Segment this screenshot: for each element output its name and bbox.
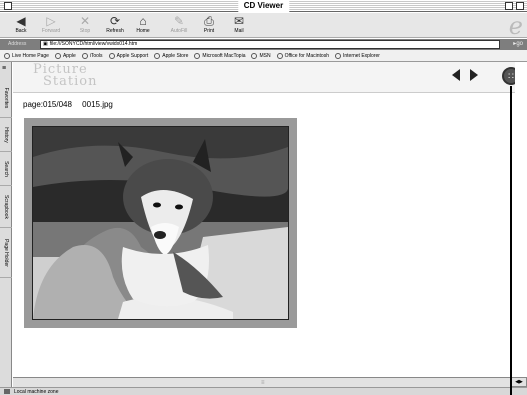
- fav-icon: [4, 53, 10, 59]
- title-bar[interactable]: CD Viewer: [0, 0, 527, 12]
- fav-itools[interactable]: iTools: [81, 50, 103, 62]
- scroll-arrows[interactable]: ◀▶: [511, 377, 527, 387]
- stop-x-icon: ✕: [79, 14, 91, 28]
- sidebar-tab-scrapbook[interactable]: Scrapbook: [0, 186, 12, 228]
- fav-microsoft-mactopia[interactable]: Microsoft MacTopia: [194, 50, 245, 62]
- stop-label: Stop: [79, 28, 91, 34]
- address-label: Address: [8, 41, 27, 47]
- collapse-box[interactable]: [516, 2, 524, 10]
- fav-apple[interactable]: Apple: [54, 50, 76, 62]
- viewer-header: Picture Station ∷: [13, 62, 520, 93]
- fav-apple-support[interactable]: Apple Support: [108, 50, 149, 62]
- fav-apple-store[interactable]: Apple Store: [154, 50, 188, 62]
- sidebar-tab-label: History: [3, 126, 9, 143]
- browser-toolbar: ◀ Back ▷ Forward ✕ Stop ⟳ Refresh ⌂ Home…: [0, 13, 527, 38]
- sidebar-tab-label: Page Holder: [3, 238, 9, 267]
- autofill-icon: ✎: [173, 14, 185, 28]
- fav-label: MSN: [259, 53, 271, 59]
- fav-label: Live Home Page: [12, 53, 49, 59]
- sidebar-tab-label: Search: [3, 160, 9, 177]
- close-box[interactable]: [4, 2, 12, 10]
- horizontal-scrollbar[interactable]: ≡: [13, 377, 515, 387]
- fav-label: Apple: [62, 53, 76, 59]
- mail-icon: ✉: [233, 14, 245, 28]
- stop-button[interactable]: ✕ Stop: [70, 14, 100, 37]
- photo-frame: [24, 118, 297, 328]
- previous-arrow-icon[interactable]: [452, 69, 460, 81]
- autofill-label: AutoFill: [170, 28, 188, 34]
- fav-label: iTools: [89, 53, 103, 59]
- printer-icon: ⎙: [204, 14, 214, 28]
- page-info: page:015/048 0015.jpg: [23, 100, 113, 109]
- sidebar-tab-label: Favorites: [3, 87, 9, 108]
- fav-label: Office for Macintosh: [284, 53, 329, 59]
- callout-line: [510, 86, 512, 395]
- refresh-icon: ⟳: [109, 14, 121, 28]
- browser-logo-icon: e: [508, 12, 523, 40]
- fav-label: Internet Explorer: [342, 53, 380, 59]
- sidebar-tab-favorites[interactable]: Favorites: [0, 78, 12, 118]
- picture-station-logo: Picture Station: [33, 63, 113, 91]
- back-label: Back: [15, 28, 27, 34]
- fav-live-home-page[interactable]: Live Home Page: [4, 50, 49, 62]
- fav-icon: [194, 53, 201, 59]
- go-label: go: [516, 41, 523, 47]
- status-bar: Local machine zone: [0, 387, 527, 395]
- fav-label: Apple Support: [116, 53, 149, 59]
- image-filename: 0015.jpg: [82, 100, 113, 109]
- back-button[interactable]: ◀ Back: [6, 14, 36, 37]
- logo-line2: Station: [43, 74, 98, 89]
- next-arrow-icon[interactable]: [470, 69, 478, 81]
- scroll-thumb-icon[interactable]: ≡: [261, 380, 265, 386]
- back-arrow-icon: ◀: [16, 14, 26, 28]
- fav-label: Apple Store: [162, 53, 189, 59]
- window-title: CD Viewer: [237, 0, 290, 12]
- fav-icon: [276, 53, 283, 59]
- fav-office-for-macintosh[interactable]: Office for Macintosh: [276, 50, 329, 62]
- favorites-bar: Live Home Page Apple iTools Apple Suppor…: [0, 50, 527, 62]
- refresh-button[interactable]: ⟳ Refresh: [100, 14, 130, 37]
- fav-msn[interactable]: MSN: [251, 50, 271, 62]
- fav-internet-explorer[interactable]: Internet Explorer: [334, 50, 380, 62]
- mail-label: Mail: [234, 28, 244, 34]
- forward-label: Forward: [41, 28, 61, 34]
- page-counter: page:015/048: [23, 100, 72, 109]
- vertical-scroll-area[interactable]: [515, 62, 527, 377]
- explorer-sidebar: ≡ Favorites History Search Scrapbook Pag…: [0, 62, 12, 387]
- page-content: Picture Station ∷ page:015/048 0015.jpg: [13, 62, 520, 377]
- print-button[interactable]: ⎙ Print: [194, 14, 224, 37]
- sidebar-tab-history[interactable]: History: [0, 118, 12, 152]
- address-input[interactable]: file:///SONYCD/html/view/vwidx014.htm: [40, 40, 500, 49]
- forward-arrow-icon: ▷: [46, 14, 56, 28]
- fav-icon: [154, 53, 161, 59]
- fav-icon: [81, 53, 88, 59]
- home-icon: ⌂: [139, 14, 147, 28]
- status-text: Local machine zone: [14, 389, 59, 395]
- autofill-button[interactable]: ✎ AutoFill: [164, 14, 194, 37]
- forward-button[interactable]: ▷ Forward: [36, 14, 66, 37]
- mail-button[interactable]: ✉ Mail: [224, 14, 254, 37]
- home-button[interactable]: ⌂ Home: [128, 14, 158, 37]
- print-label: Print: [203, 28, 215, 34]
- fav-label: Microsoft MacTopia: [202, 53, 246, 59]
- grid-icon: ∷: [508, 71, 514, 81]
- sidebar-grip-icon[interactable]: ≡: [2, 65, 6, 72]
- fav-icon: [334, 53, 341, 59]
- fav-icon: [54, 53, 61, 59]
- fav-icon: [108, 53, 115, 59]
- refresh-label: Refresh: [106, 28, 124, 34]
- sidebar-tab-search[interactable]: Search: [0, 152, 12, 186]
- go-button[interactable]: ▸go: [513, 39, 523, 50]
- fav-icon: [251, 53, 258, 59]
- sidebar-tab-label: Scrapbook: [3, 194, 9, 219]
- zone-icon: [4, 389, 10, 394]
- sidebar-tab-page-holder[interactable]: Page Holder: [0, 228, 12, 278]
- home-label: Home: [136, 28, 150, 34]
- address-bar: Address file:///SONYCD/html/view/vwidx01…: [0, 39, 527, 50]
- zoom-box[interactable]: [505, 2, 513, 10]
- dog-photo: [32, 126, 289, 320]
